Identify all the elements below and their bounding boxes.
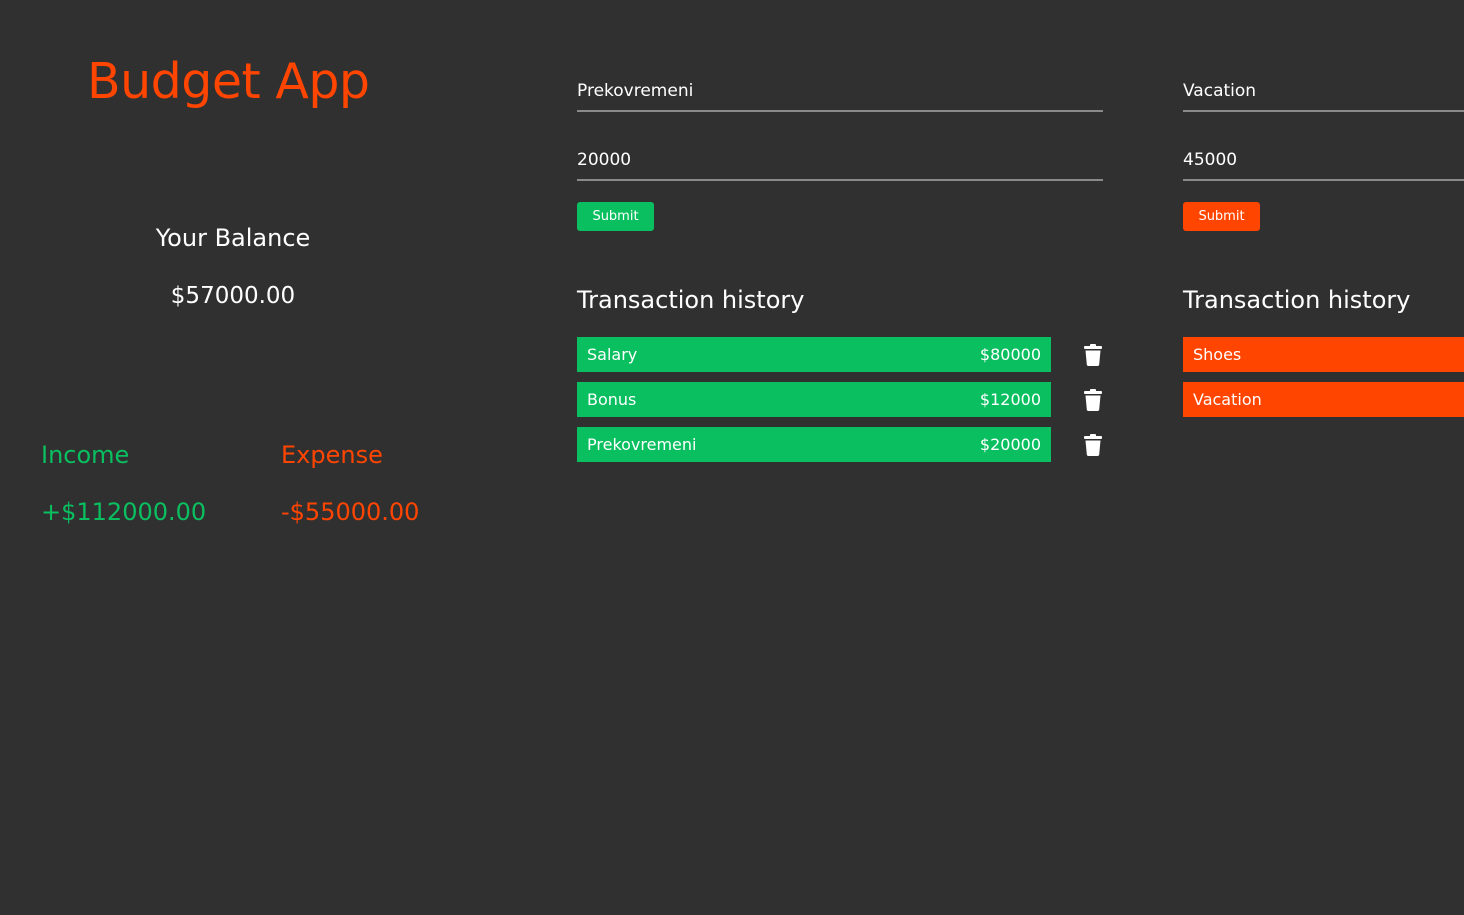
- income-submit-button[interactable]: Submit: [577, 202, 654, 231]
- expense-submit-button[interactable]: Submit: [1183, 202, 1260, 231]
- expense-transaction-item: Shoes: [1183, 337, 1464, 372]
- income-label: Income: [41, 441, 130, 469]
- income-value: +$112000.00: [41, 498, 207, 526]
- budget-app-page: Budget App Your Balance $57000.00 Income…: [0, 0, 1464, 915]
- transaction-amount: $80000: [979, 345, 1041, 364]
- balance-label: Your Balance: [155, 224, 311, 252]
- app-title: Budget App: [87, 53, 370, 110]
- income-history-title: Transaction history: [577, 286, 805, 314]
- income-name-input[interactable]: [577, 72, 1103, 112]
- expense-value: -$55000.00: [281, 498, 420, 526]
- transaction-amount: $12000: [979, 390, 1041, 409]
- income-transaction-item: Salary $80000: [577, 337, 1051, 372]
- transaction-name: Salary: [587, 345, 638, 364]
- income-transaction-item: Prekovremeni $20000: [577, 427, 1051, 462]
- transaction-name: Vacation: [1193, 390, 1262, 409]
- transaction-amount: $20000: [979, 435, 1041, 454]
- income-amount-input[interactable]: [577, 141, 1103, 181]
- expense-name-input[interactable]: [1183, 72, 1464, 112]
- expense-amount-input[interactable]: [1183, 141, 1464, 181]
- trash-icon[interactable]: [1083, 434, 1103, 456]
- expense-label: Expense: [281, 441, 383, 469]
- expense-history-title: Transaction history: [1183, 286, 1411, 314]
- income-transaction-item: Bonus $12000: [577, 382, 1051, 417]
- expense-transaction-item: Vacation: [1183, 382, 1464, 417]
- transaction-name: Bonus: [587, 390, 637, 409]
- transaction-name: Prekovremeni: [587, 435, 697, 454]
- trash-icon[interactable]: [1083, 389, 1103, 411]
- transaction-name: Shoes: [1193, 345, 1242, 364]
- balance-value: $57000.00: [170, 283, 296, 309]
- trash-icon[interactable]: [1083, 344, 1103, 366]
